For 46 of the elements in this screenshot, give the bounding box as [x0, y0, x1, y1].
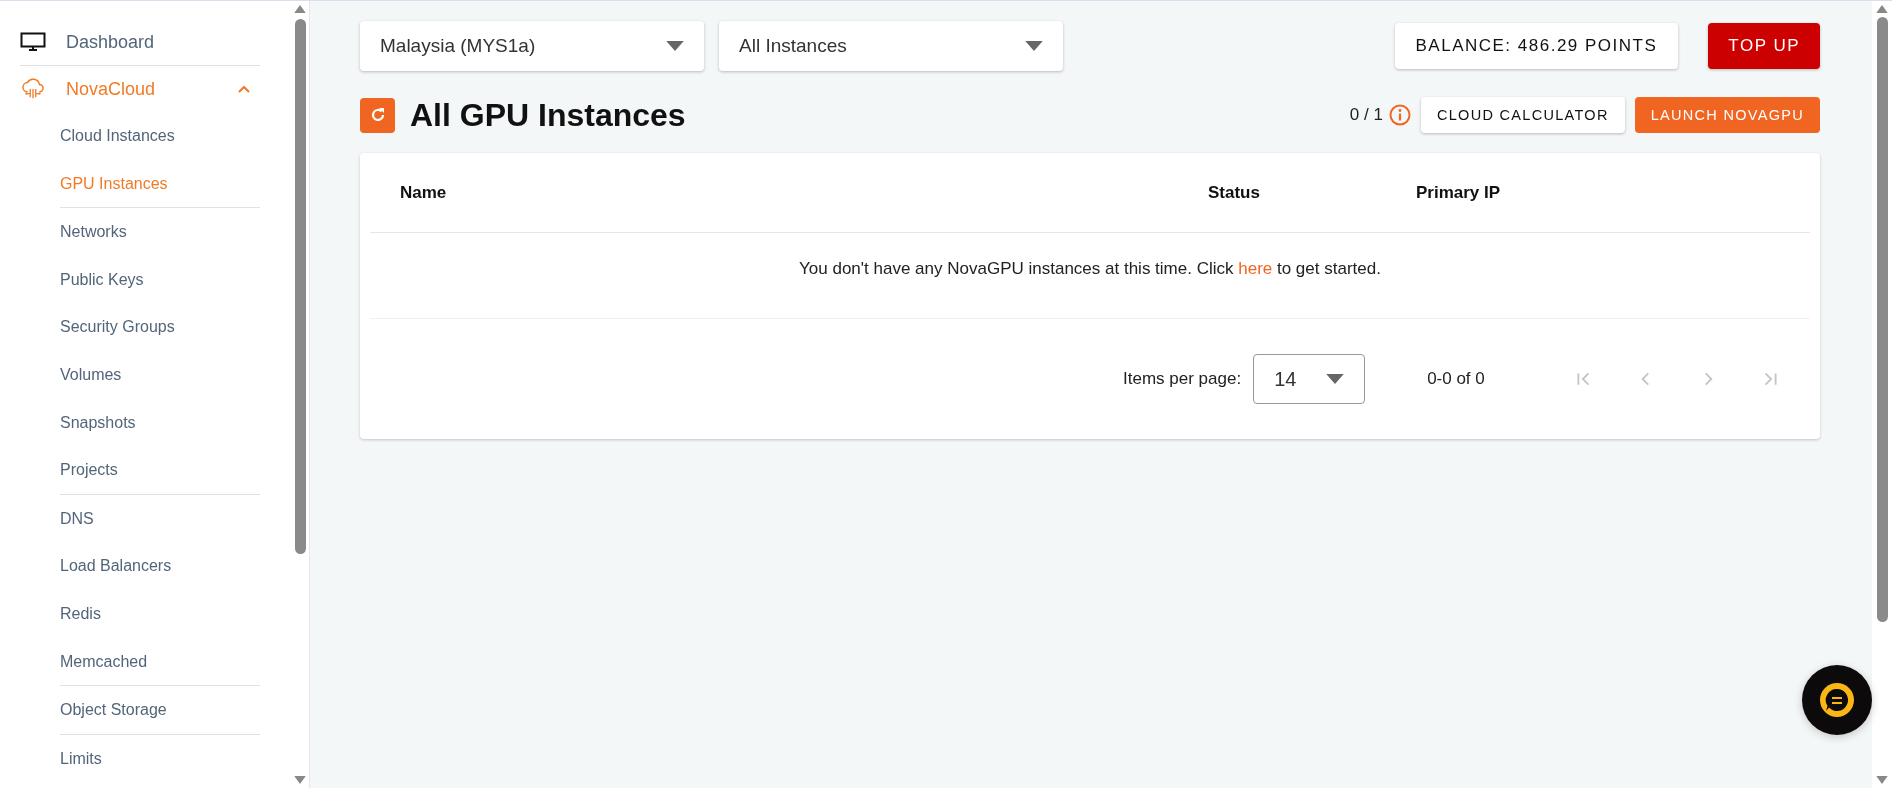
region-dropdown[interactable]: Malaysia (MYS1a)	[360, 21, 704, 71]
page-range: 0-0 of 0	[1427, 369, 1485, 389]
page-title: All GPU Instances	[410, 96, 686, 134]
balance-button[interactable]: BALANCE: 486.29 POINTS	[1394, 23, 1679, 69]
sidebar-subitem[interactable]: Networks	[60, 208, 260, 256]
scroll-up-icon[interactable]	[294, 5, 306, 13]
sidebar-subitem[interactable]: Load Balancers	[60, 542, 260, 590]
monitor-icon	[20, 31, 46, 53]
refresh-button[interactable]	[360, 97, 395, 133]
sidebar-subitem[interactable]: Object Storage	[60, 686, 260, 734]
scroll-up-icon[interactable]	[1876, 5, 1888, 13]
chat-bubble-icon	[1817, 680, 1857, 720]
items-per-page-label: Items per page:	[1123, 369, 1242, 389]
get-started-link[interactable]: here	[1238, 258, 1273, 278]
sidebar-subitem[interactable]: Limits	[60, 734, 260, 783]
sidebar-subitem[interactable]: DNS	[60, 494, 260, 543]
cloud-calculator-button[interactable]: CLOUD CALCULATOR	[1420, 97, 1625, 133]
quota-count: 0 / 1	[1349, 105, 1383, 125]
caret-icon	[666, 41, 684, 51]
chevron-icon[interactable]	[238, 85, 250, 93]
caret-icon	[1025, 41, 1043, 51]
scroll-down-icon[interactable]	[294, 776, 306, 784]
column-header: Name	[400, 182, 448, 203]
launch-button[interactable]: LAUNCH NOVAGPU	[1634, 97, 1820, 133]
top-up-button[interactable]: TOP UP	[1708, 23, 1820, 69]
refresh-icon	[369, 107, 386, 123]
sidebar-subitem[interactable]: Cloud Instances	[60, 112, 260, 160]
sidebar-subitem[interactable]: Memcached	[60, 637, 260, 686]
sidebar-subitem[interactable]: Redis	[60, 589, 260, 638]
sidebar-subitem[interactable]: Security Groups	[60, 303, 260, 351]
scrollbar-thumb[interactable]	[294, 19, 306, 554]
sidebar-subitem[interactable]: Public Keys	[60, 255, 260, 304]
info-icon[interactable]	[1388, 104, 1411, 126]
column-header: Primary IP	[1416, 182, 1501, 203]
scroll-down-icon[interactable]	[1876, 776, 1888, 784]
chat-button[interactable]	[1802, 665, 1872, 735]
sidebar-item[interactable]: Dashboard	[20, 19, 260, 66]
caret-icon	[1326, 374, 1345, 384]
instance-filter-dropdown[interactable]: All Instances	[719, 21, 1063, 71]
column-header: Status	[1208, 182, 1261, 203]
sidebar-subitem[interactable]: Projects	[60, 446, 260, 494]
cloud-icon	[20, 78, 46, 100]
empty-message: You don't have any NovaGPU instances at this time. Click here to get started.	[799, 258, 1381, 279]
sidebar-subitem[interactable]: Volumes	[60, 350, 260, 399]
sidebar-subitem[interactable]: Snapshots	[60, 398, 260, 447]
scrollbar-thumb[interactable]	[1876, 17, 1888, 622]
